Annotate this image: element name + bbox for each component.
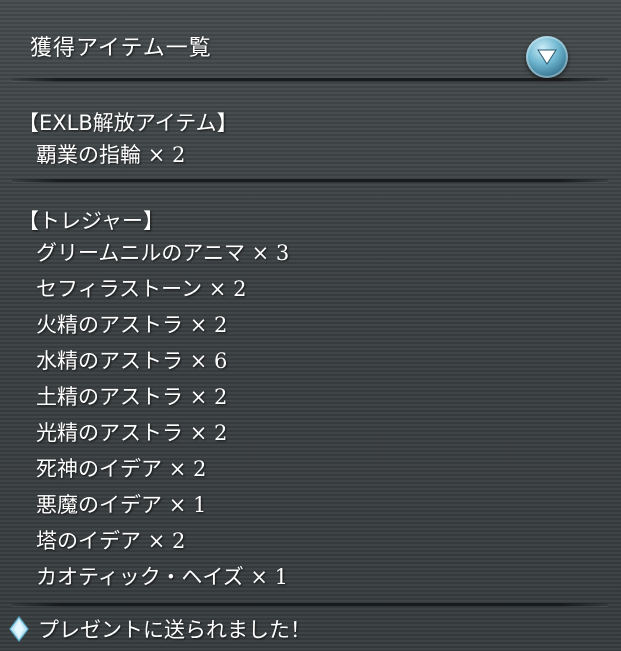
list-item: 覇業の指輪 × 2 bbox=[36, 139, 185, 169]
divider bbox=[12, 78, 608, 82]
gem-icon bbox=[9, 616, 29, 642]
item-name: 土精のアストラ bbox=[36, 385, 183, 409]
item-name: セフィラストーン bbox=[36, 277, 203, 301]
item-name: 悪魔のイデア bbox=[36, 493, 162, 517]
collapse-button[interactable] bbox=[526, 36, 568, 78]
footer-message: プレゼントに送られました！ bbox=[8, 614, 311, 644]
item-quantity: × 2 bbox=[147, 529, 186, 553]
divider bbox=[12, 603, 608, 607]
item-quantity: × 2 bbox=[189, 421, 228, 445]
list-item: 水精のアストラ × 6 bbox=[36, 345, 227, 375]
item-name: 水精のアストラ bbox=[36, 349, 183, 373]
item-name: 塔のイデア bbox=[36, 529, 141, 553]
item-quantity: × 2 bbox=[147, 143, 186, 167]
list-item: グリームニルのアニマ × 3 bbox=[36, 237, 289, 267]
status-message: プレゼントに送られました！ bbox=[38, 618, 311, 642]
item-quantity: × 2 bbox=[168, 457, 207, 481]
item-name: 死神のイデア bbox=[36, 457, 162, 481]
item-quantity: × 2 bbox=[189, 313, 228, 337]
item-quantity: × 2 bbox=[189, 385, 228, 409]
item-quantity: × 3 bbox=[251, 241, 290, 265]
section-heading-exlb: 【EXLB解放アイテム】 bbox=[18, 111, 238, 135]
list-item: カオティック・ヘイズ × 1 bbox=[36, 561, 288, 591]
list-item: 悪魔のイデア × 1 bbox=[36, 489, 206, 519]
list-item: 死神のイデア × 2 bbox=[36, 453, 206, 483]
item-quantity: × 1 bbox=[168, 493, 207, 517]
item-name: グリームニルのアニマ bbox=[36, 241, 245, 265]
item-quantity: × 6 bbox=[189, 349, 228, 373]
item-quantity: × 2 bbox=[208, 277, 247, 301]
list-item: 火精のアストラ × 2 bbox=[36, 309, 227, 339]
chevron-down-icon bbox=[537, 49, 557, 65]
list-item: 塔のイデア × 2 bbox=[36, 525, 185, 555]
item-name: 覇業の指輪 bbox=[36, 143, 141, 167]
page-title: 獲得アイテム一覧 bbox=[30, 36, 212, 61]
item-list-panel: 獲得アイテム一覧 【EXLB解放アイテム】 覇業の指輪 × 2 【トレジャー】 … bbox=[0, 0, 621, 651]
list-item: 光精のアストラ × 2 bbox=[36, 417, 227, 447]
divider bbox=[12, 179, 608, 183]
list-item: 土精のアストラ × 2 bbox=[36, 381, 227, 411]
item-quantity: × 1 bbox=[250, 565, 289, 589]
item-name: カオティック・ヘイズ bbox=[36, 565, 244, 589]
section-heading-treasure: 【トレジャー】 bbox=[18, 209, 164, 233]
list-item: セフィラストーン × 2 bbox=[36, 273, 246, 303]
item-name: 火精のアストラ bbox=[36, 313, 183, 337]
item-name: 光精のアストラ bbox=[36, 421, 183, 445]
